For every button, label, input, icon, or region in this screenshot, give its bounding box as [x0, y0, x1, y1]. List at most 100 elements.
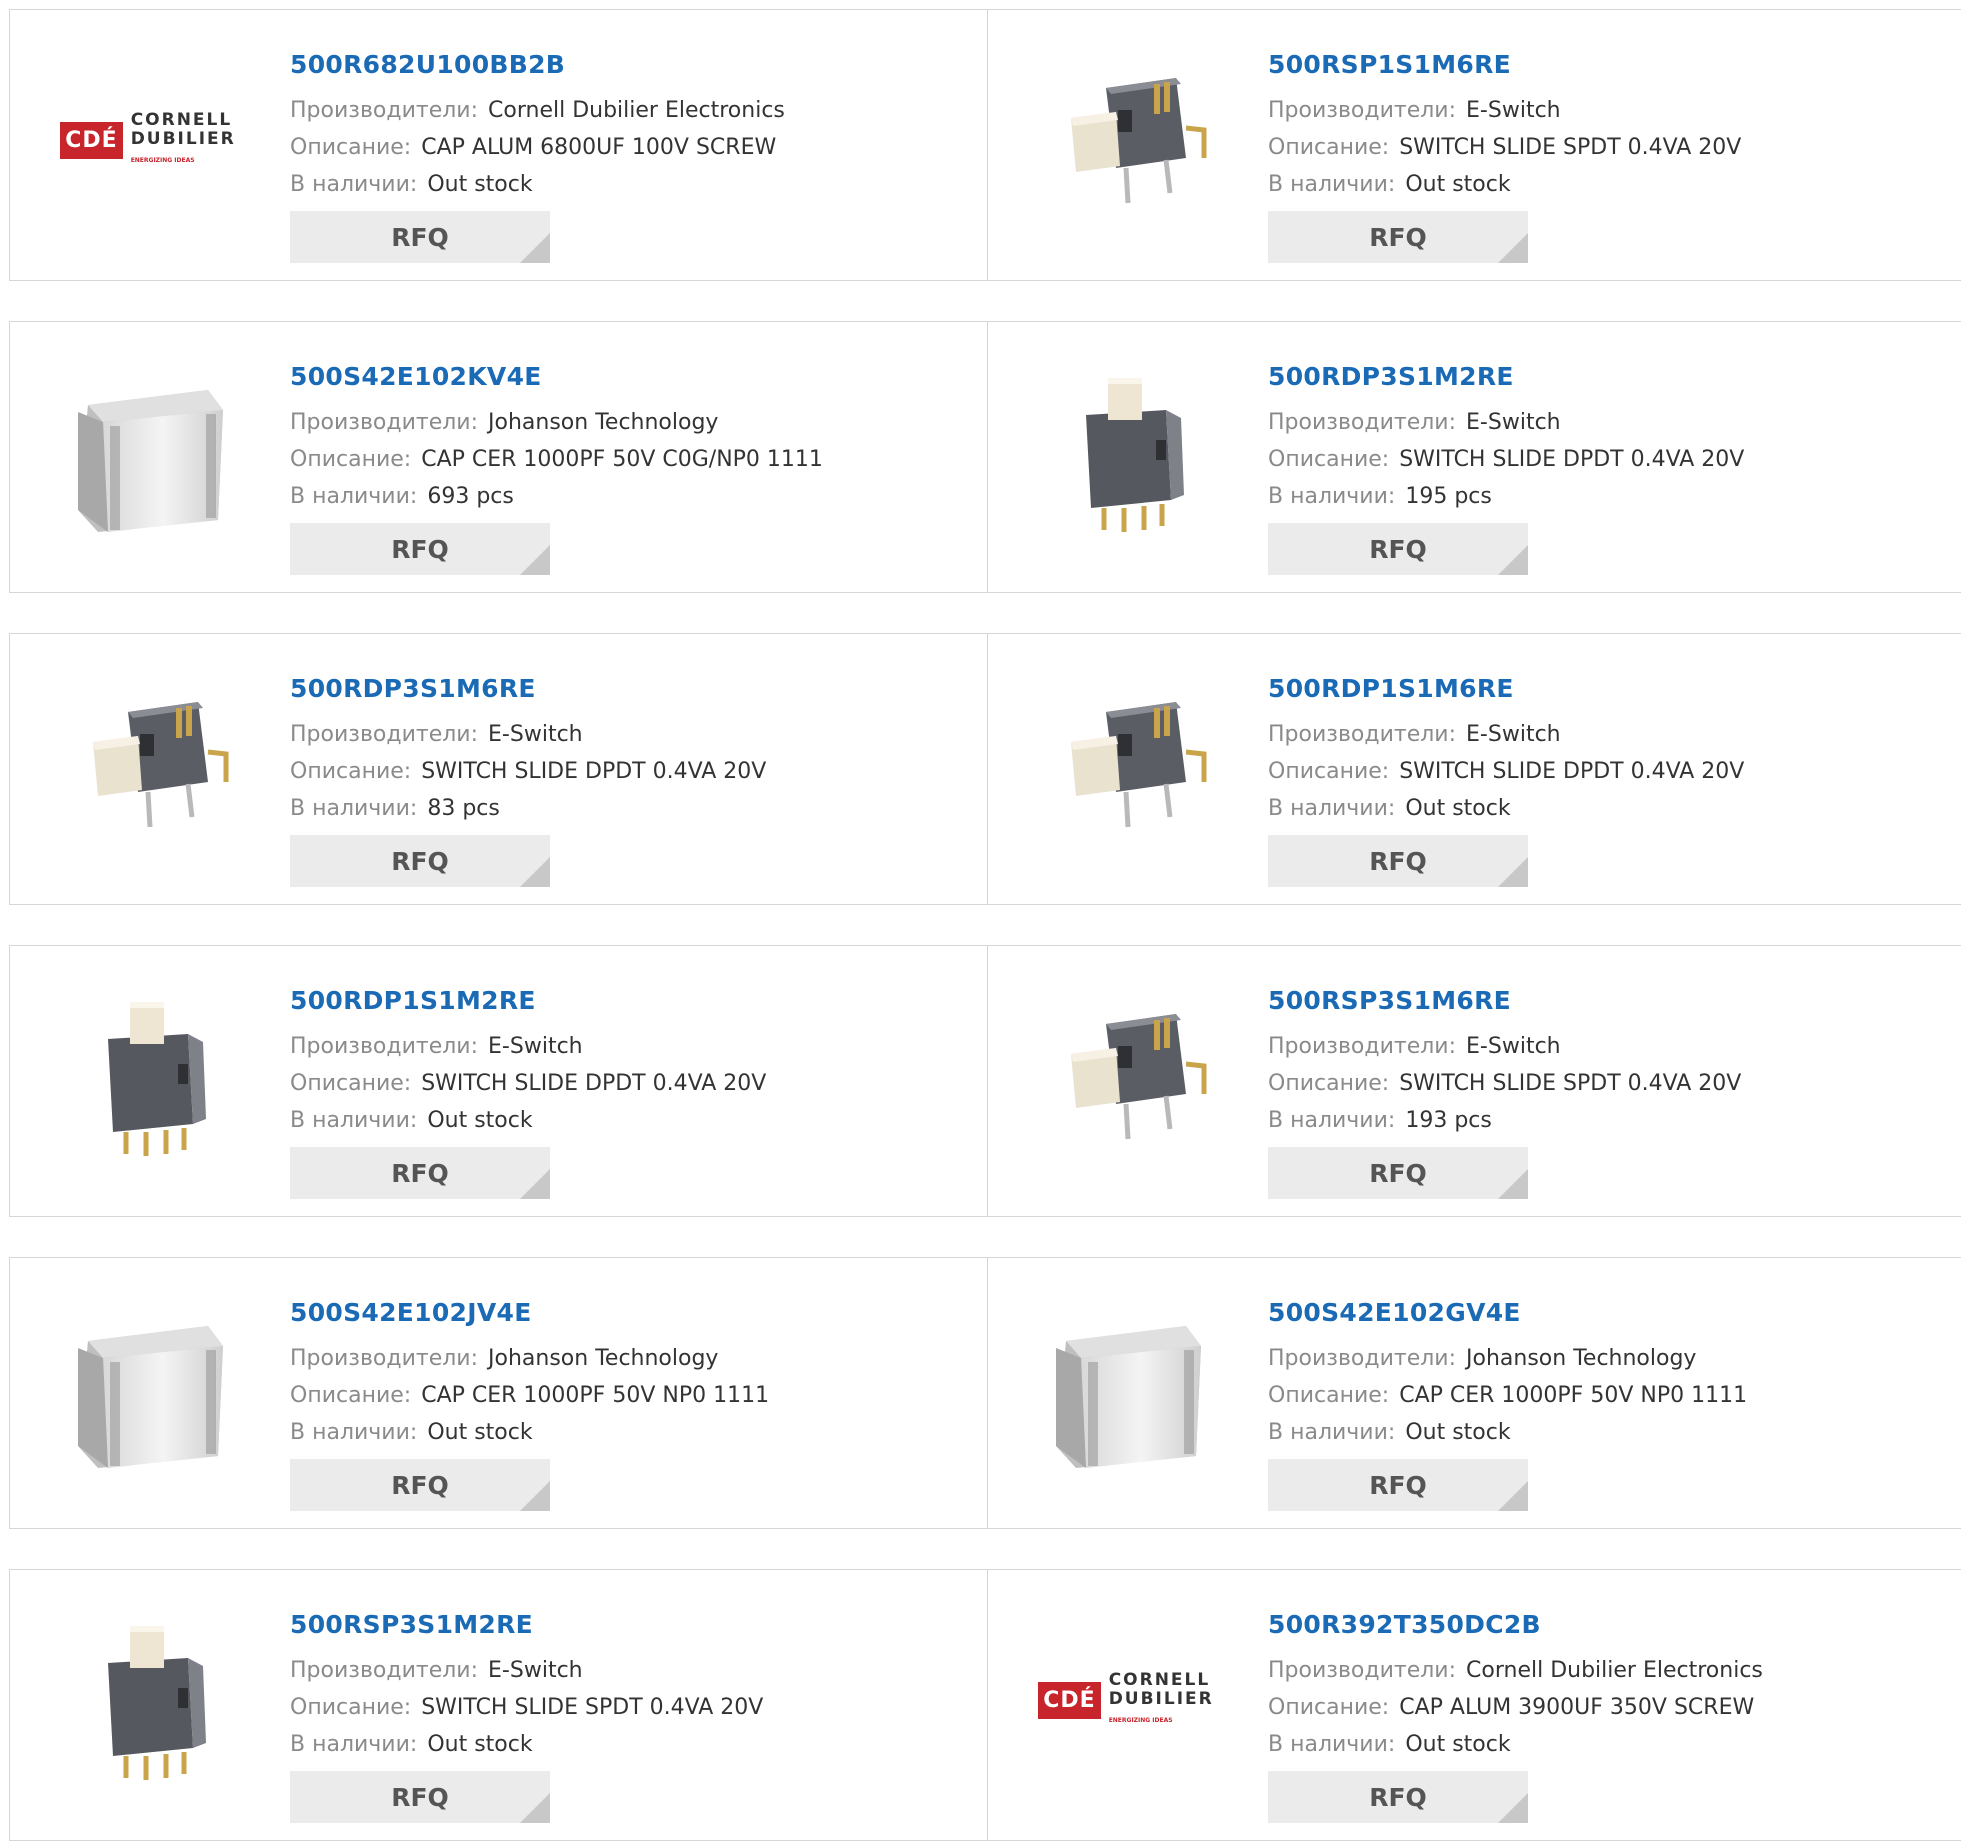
stock-label: В наличии: [290, 1732, 418, 1757]
product-image[interactable] [1026, 986, 1226, 1166]
product-card: 500RDP1S1M2RE Производители: E-Switch Опи… [9, 945, 988, 1217]
part-number-link[interactable]: 500RSP1S1M6RE [1268, 48, 1741, 82]
description-value: CAP CER 1000PF 50V NP0 1111 [421, 1383, 770, 1408]
part-number-link[interactable]: 500RDP1S1M6RE [1268, 672, 1744, 706]
manufacturer-row: Производители: E-Switch [1268, 716, 1744, 753]
description-row: Описание: SWITCH SLIDE SPDT 0.4VA 20V [290, 1689, 763, 1726]
part-number-link[interactable]: 500S42E102KV4E [290, 360, 823, 394]
rfq-button[interactable]: RFQ [290, 835, 550, 887]
product-image[interactable] [48, 986, 248, 1166]
slide-switch-icon [58, 984, 238, 1168]
product-card: 500S42E102KV4E Производители: Johanson Te… [9, 321, 988, 593]
part-number-link[interactable]: 500R392T350DC2B [1268, 1608, 1763, 1642]
rfq-button[interactable]: RFQ [1268, 523, 1528, 575]
product-image[interactable] [1026, 362, 1226, 542]
product-info: 500S42E102JV4E Производители: Johanson Te… [290, 1296, 769, 1451]
stock-label: В наличии: [290, 1420, 418, 1445]
rfq-label: RFQ [1369, 1782, 1427, 1812]
product-image[interactable] [1026, 50, 1226, 230]
manufacturer-label: Производители: [1268, 722, 1457, 747]
description-value: SWITCH SLIDE SPDT 0.4VA 20V [1399, 1071, 1742, 1096]
description-row: Описание: SWITCH SLIDE DPDT 0.4VA 20V [1268, 441, 1744, 478]
product-image[interactable] [1026, 674, 1226, 854]
product-row: 500RDP1S1M2RE Производители: E-Switch Опи… [9, 945, 1961, 1217]
product-row: 500S42E102KV4E Производители: Johanson Te… [9, 321, 1961, 593]
rfq-label: RFQ [391, 846, 449, 876]
manufacturer-row: Производители: E-Switch [290, 1028, 766, 1065]
rfq-button[interactable]: RFQ [290, 523, 550, 575]
rfq-button[interactable]: RFQ [1268, 1147, 1528, 1199]
manufacturer-row: Производители: Johanson Technology [290, 1340, 769, 1377]
product-image[interactable] [48, 362, 248, 542]
ceramic-capacitor-icon [58, 360, 238, 544]
stock-row: В наличии: 195 pcs [1268, 478, 1744, 515]
rfq-button[interactable]: RFQ [1268, 835, 1528, 887]
product-image[interactable] [1026, 1298, 1226, 1478]
product-image[interactable] [48, 674, 248, 854]
product-card: 500RDP3S1M6RE Производители: E-Switch Опи… [9, 633, 988, 905]
product-info: 500RDP3S1M2RE Производители: E-Switch Опи… [1268, 360, 1744, 515]
product-info: 500S42E102GV4E Производители: Johanson Te… [1268, 1296, 1747, 1451]
part-number-link[interactable]: 500RDP3S1M6RE [290, 672, 766, 706]
product-card: 500RDP3S1M2RE Производители: E-Switch Опи… [987, 321, 1961, 593]
manufacturer-row: Производители: E-Switch [1268, 404, 1744, 441]
stock-label: В наличии: [290, 172, 418, 197]
rfq-button[interactable]: RFQ [290, 1459, 550, 1511]
stock-row: В наличии: Out stock [1268, 790, 1744, 827]
stock-value: Out stock [427, 1732, 533, 1757]
manufacturer-label: Производители: [1268, 1658, 1457, 1683]
corner-fold-icon [1498, 1481, 1528, 1511]
corner-fold-icon [1498, 1169, 1528, 1199]
rfq-button[interactable]: RFQ [1268, 211, 1528, 263]
manufacturer-value: E-Switch [488, 722, 583, 747]
description-label: Описание: [1268, 447, 1390, 472]
product-row: 500RSP3S1M2RE Производители: E-Switch Опи… [9, 1569, 1961, 1841]
product-card: 500S42E102JV4E Производители: Johanson Te… [9, 1257, 988, 1529]
product-card: CDÉ CORNELL DUBILIER ENERGIZING IDEAS 500R6… [9, 9, 988, 281]
product-image[interactable] [48, 1298, 248, 1478]
manufacturer-label: Производители: [290, 1658, 479, 1683]
description-row: Описание: CAP ALUM 6800UF 100V SCREW [290, 129, 785, 166]
stock-row: В наличии: 193 pcs [1268, 1102, 1741, 1139]
product-image[interactable]: CDÉ CORNELL DUBILIER ENERGIZING IDEAS [1026, 1610, 1226, 1790]
rfq-button[interactable]: RFQ [290, 1147, 550, 1199]
part-number-link[interactable]: 500S42E102GV4E [1268, 1296, 1747, 1330]
rfq-button[interactable]: RFQ [1268, 1771, 1528, 1823]
ceramic-capacitor-icon [1036, 1296, 1216, 1480]
part-number-link[interactable]: 500R682U100BB2B [290, 48, 785, 82]
manufacturer-label: Производители: [290, 1346, 479, 1371]
description-row: Описание: SWITCH SLIDE DPDT 0.4VA 20V [290, 753, 766, 790]
part-number-link[interactable]: 500RDP1S1M2RE [290, 984, 766, 1018]
manufacturer-label: Производители: [290, 722, 479, 747]
description-row: Описание: SWITCH SLIDE DPDT 0.4VA 20V [290, 1065, 766, 1102]
description-value: CAP CER 1000PF 50V C0G/NP0 1111 [421, 447, 823, 472]
description-label: Описание: [290, 1071, 412, 1096]
rfq-button[interactable]: RFQ [290, 1771, 550, 1823]
corner-fold-icon [520, 545, 550, 575]
rfq-button[interactable]: RFQ [290, 211, 550, 263]
manufacturer-label: Производители: [1268, 410, 1457, 435]
slide-switch-icon [1036, 672, 1216, 856]
part-number-link[interactable]: 500RSP3S1M6RE [1268, 984, 1741, 1018]
description-value: CAP ALUM 6800UF 100V SCREW [421, 135, 777, 160]
rfq-button[interactable]: RFQ [1268, 1459, 1528, 1511]
stock-value: Out stock [427, 1420, 533, 1445]
part-number-link[interactable]: 500RDP3S1M2RE [1268, 360, 1744, 394]
stock-row: В наличии: Out stock [1268, 166, 1741, 203]
description-value: CAP CER 1000PF 50V NP0 1111 [1399, 1383, 1748, 1408]
manufacturer-value: E-Switch [1466, 1034, 1561, 1059]
product-row: 500RDP3S1M6RE Производители: E-Switch Опи… [9, 633, 1961, 905]
product-info: 500R682U100BB2B Производители: Cornell Du… [290, 48, 785, 203]
description-value: SWITCH SLIDE SPDT 0.4VA 20V [1399, 135, 1742, 160]
part-number-link[interactable]: 500S42E102JV4E [290, 1296, 769, 1330]
cde-logo-icon: CDÉ CORNELL DUBILIER ENERGIZING IDEAS [1038, 1670, 1214, 1730]
product-image[interactable]: CDÉ CORNELL DUBILIER ENERGIZING IDEAS [48, 50, 248, 230]
description-value: SWITCH SLIDE DPDT 0.4VA 20V [421, 1071, 767, 1096]
product-image[interactable] [48, 1610, 248, 1790]
part-number-link[interactable]: 500RSP3S1M2RE [290, 1608, 763, 1642]
description-label: Описание: [1268, 1383, 1390, 1408]
description-label: Описание: [1268, 1695, 1390, 1720]
manufacturer-row: Производители: Johanson Technology [290, 404, 823, 441]
product-info: 500RDP3S1M6RE Производители: E-Switch Опи… [290, 672, 766, 827]
stock-row: В наличии: 83 pcs [290, 790, 766, 827]
